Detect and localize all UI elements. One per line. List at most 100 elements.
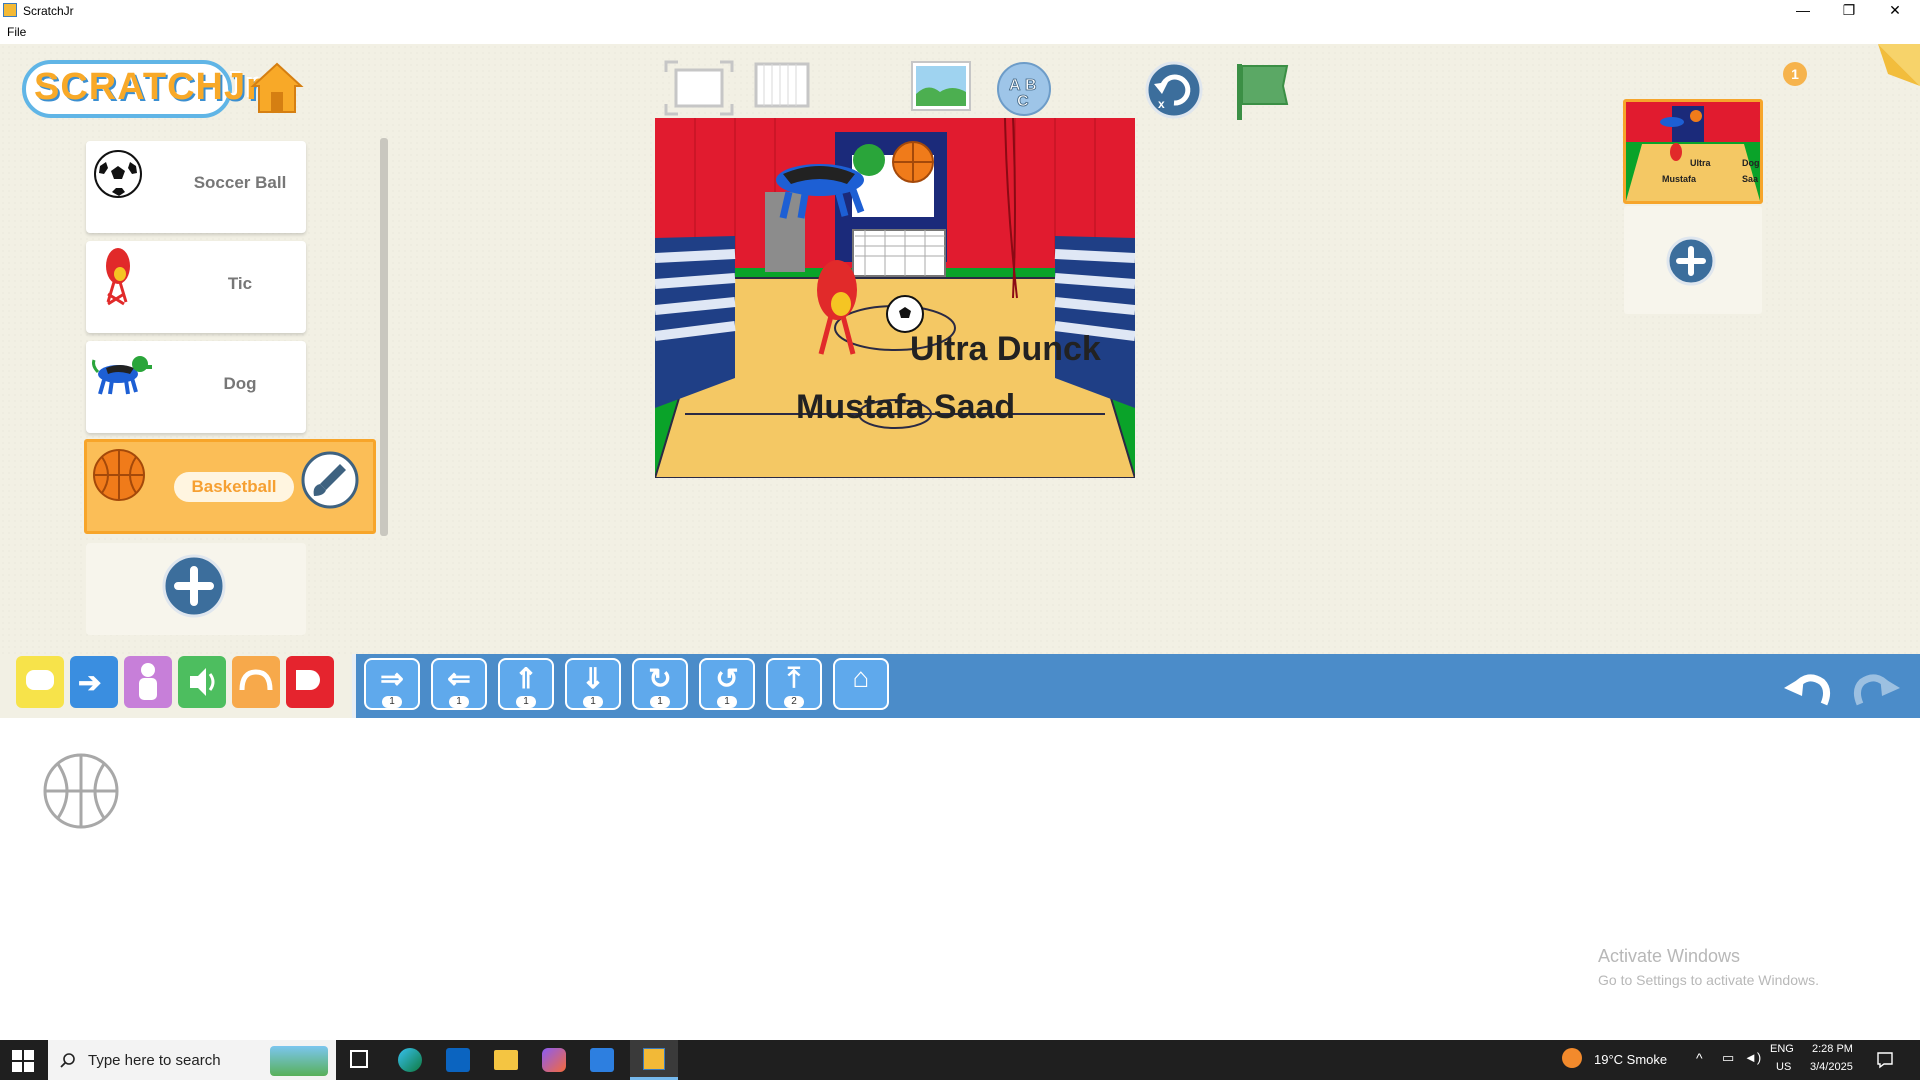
sprite-label-basketball: Basketball [191, 477, 277, 496]
green-flag-icon[interactable] [1233, 60, 1291, 122]
category-end-button[interactable] [286, 656, 334, 708]
copilot-icon[interactable] [542, 1048, 566, 1072]
microsoft-store-icon[interactable] [590, 1048, 614, 1072]
add-page-icon[interactable] [1666, 236, 1716, 286]
weather-icon [1562, 1048, 1582, 1068]
window-title: ScratchJr [23, 4, 74, 18]
search-icon [60, 1053, 75, 1068]
soccer-ball-icon [94, 150, 142, 198]
block-turn-right[interactable]: ↻ 1 [632, 658, 688, 710]
turn-left-icon: ↺ [715, 663, 739, 694]
block-go-home[interactable]: ⌂ [833, 658, 889, 710]
scratchjr-taskbar-button[interactable] [630, 1040, 678, 1080]
block-move-right[interactable]: ⇒ 1 [364, 658, 420, 710]
block-count-label[interactable]: 1 [449, 696, 469, 708]
restore-button[interactable]: ❐ [1826, 0, 1872, 22]
page-thumbnail-1[interactable]: Ultra Dog Mustafa Saa [1623, 99, 1763, 204]
block-turn-left[interactable]: ↺ 1 [699, 658, 755, 710]
outlook-icon[interactable] [446, 1048, 470, 1072]
weather-text[interactable]: 19°C Smoke [1594, 1052, 1667, 1067]
change-background-icon[interactable] [910, 60, 972, 112]
block-count-label[interactable]: 2 [784, 696, 804, 708]
sprite-list-scrollbar[interactable] [380, 138, 388, 536]
script-area[interactable] [0, 718, 1920, 1040]
clock-time[interactable]: 2:28 PM [1812, 1043, 1853, 1055]
page-count-badge: 1 [1783, 62, 1807, 86]
activate-windows-title: Activate Windows [1598, 946, 1741, 966]
category-triggering-button[interactable] [16, 656, 64, 708]
thumb-text-ultra: Ultra [1690, 158, 1711, 168]
move-left-icon: ⇐ [447, 663, 471, 694]
redo-icon[interactable] [1852, 666, 1902, 710]
block-count-label[interactable]: 1 [382, 696, 402, 708]
add-text-icon[interactable]: A B C [995, 60, 1053, 118]
go-home-icon: ⌂ [852, 662, 870, 693]
menu-bar [0, 22, 1920, 44]
dog-icon [92, 356, 152, 395]
logo-text: SCRATCHJr [34, 66, 262, 108]
reset-characters-icon[interactable]: x [1144, 60, 1204, 120]
category-looks-button[interactable] [124, 656, 172, 708]
clock-date[interactable]: 3/4/2025 [1810, 1061, 1853, 1073]
task-view-icon[interactable] [350, 1050, 368, 1068]
category-control-button[interactable] [232, 656, 280, 708]
home-icon[interactable] [249, 60, 305, 116]
svg-text:C: C [1017, 93, 1029, 110]
block-move-left[interactable]: ⇐ 1 [431, 658, 487, 710]
notifications-icon[interactable] [1876, 1051, 1894, 1069]
block-count-label[interactable]: 1 [516, 696, 536, 708]
stage-text-title[interactable]: Ultra Dunck [910, 330, 1101, 369]
move-right-icon: ⇒ [380, 663, 404, 694]
block-move-up[interactable]: ⇑ 1 [498, 658, 554, 710]
add-sprite-icon[interactable] [162, 554, 226, 618]
page-thumbnail-preview [1626, 102, 1760, 201]
sprite-label-dog: Dog [223, 374, 257, 393]
windows-start-icon[interactable] [12, 1050, 34, 1072]
sprite-label-soccer-ball: Soccer Ball [193, 173, 287, 192]
grid-icon[interactable] [754, 60, 810, 110]
selected-sprite-watermark-icon [43, 753, 119, 829]
show-hidden-icons-chevron[interactable]: ^ [1696, 1050, 1703, 1066]
turn-right-icon: ↻ [648, 663, 672, 694]
search-placeholder: Type here to search [88, 1052, 221, 1069]
control-icon [239, 669, 273, 691]
title-bar [0, 0, 1920, 22]
thumb-text-dog: Dog [1742, 158, 1760, 168]
scratchjr-app-icon [3, 3, 17, 17]
volume-icon[interactable]: ◄) [1744, 1050, 1761, 1065]
thumb-text-saa: Saa [1742, 174, 1759, 184]
looks-person-icon [139, 663, 157, 700]
move-up-icon: ⇑ [514, 663, 538, 694]
network-icon[interactable]: ▭ [1722, 1050, 1734, 1066]
svg-text:A: A [1009, 77, 1021, 94]
basketball-icon [93, 449, 145, 501]
motion-arrow-icon: ➔ [78, 667, 102, 698]
file-menu[interactable]: File [7, 25, 26, 39]
svg-text:x: x [1158, 97, 1165, 111]
block-count-label[interactable]: 1 [583, 696, 603, 708]
category-sound-button[interactable] [178, 656, 226, 708]
language-secondary[interactable]: US [1776, 1061, 1791, 1073]
move-down-icon: ⇓ [581, 663, 605, 694]
undo-icon[interactable] [1782, 666, 1832, 710]
full-screen-icon[interactable] [664, 60, 734, 116]
hop-icon: ⤒ [787, 662, 801, 693]
block-count-label[interactable]: 1 [650, 696, 670, 708]
project-info-tab[interactable] [1878, 44, 1920, 86]
stage-text-author[interactable]: Mustafa Saad [796, 388, 1015, 427]
close-button[interactable]: ✕ [1872, 0, 1918, 22]
language-primary[interactable]: ENG [1770, 1043, 1794, 1055]
block-hop[interactable]: ⤒ 2 [766, 658, 822, 710]
sound-speaker-icon [190, 668, 215, 696]
paint-editor-icon[interactable] [300, 450, 360, 510]
minimize-button[interactable]: — [1780, 0, 1826, 22]
tic-character-icon [106, 248, 130, 306]
sprite-label-tic: Tic [227, 274, 253, 293]
thumb-text-mustafa: Mustafa [1662, 174, 1697, 184]
block-count-label[interactable]: 1 [717, 696, 737, 708]
category-motion-button[interactable]: ➔ [70, 656, 118, 708]
edge-icon[interactable] [398, 1048, 422, 1072]
block-move-down[interactable]: ⇓ 1 [565, 658, 621, 710]
activate-windows-subtitle: Go to Settings to activate Windows. [1598, 972, 1819, 988]
file-explorer-icon[interactable] [494, 1050, 518, 1070]
